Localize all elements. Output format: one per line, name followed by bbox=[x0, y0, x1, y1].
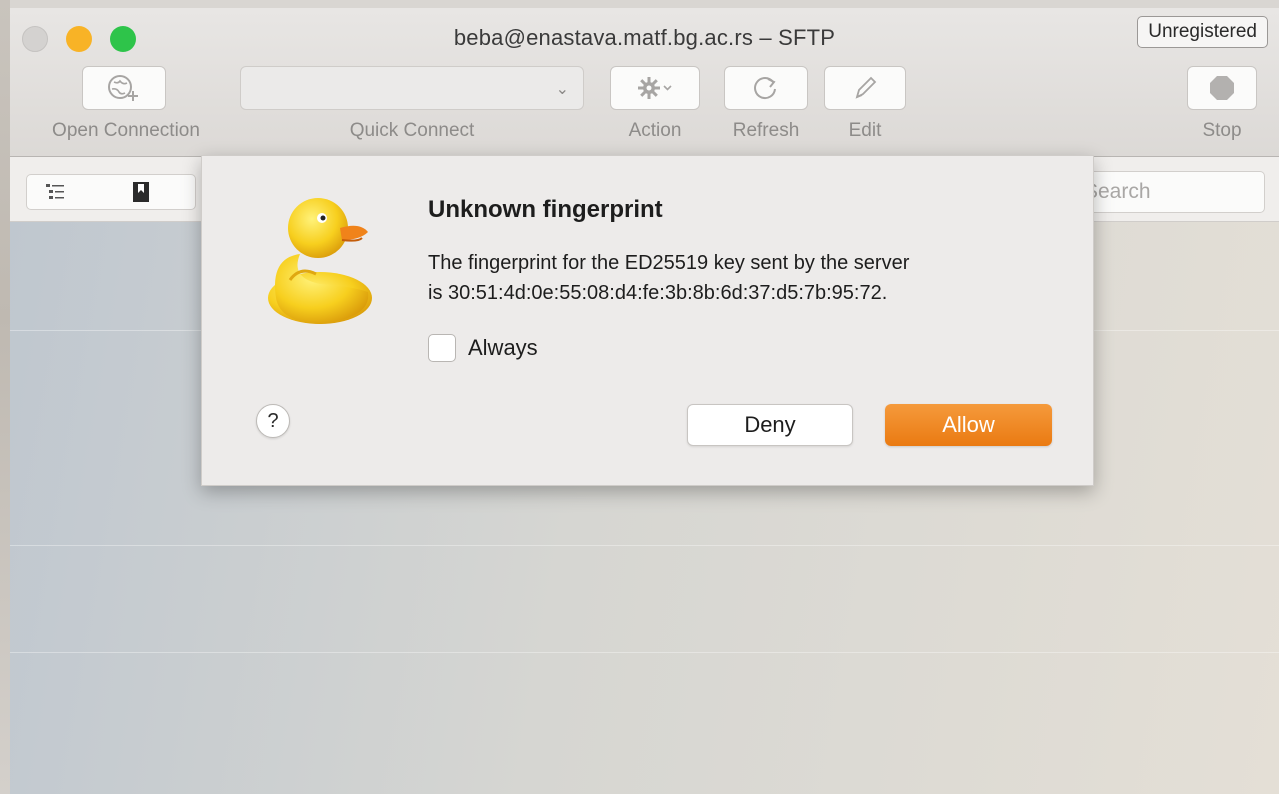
bookmark-icon bbox=[133, 182, 149, 202]
pencil-icon bbox=[855, 76, 877, 99]
action-label: Action bbox=[628, 120, 682, 141]
outline-view-icon bbox=[46, 184, 64, 199]
desktop-edge bbox=[0, 0, 10, 794]
quick-connect-combobox[interactable]: ⌄ bbox=[240, 66, 584, 110]
always-checkbox[interactable] bbox=[428, 334, 456, 362]
chevron-down-icon[interactable]: ⌄ bbox=[556, 79, 569, 99]
always-checkbox-row[interactable]: Always bbox=[428, 334, 538, 362]
edit-label: Edit bbox=[848, 120, 882, 141]
row-divider bbox=[10, 652, 1279, 653]
deny-button[interactable]: Deny bbox=[687, 404, 853, 446]
unregistered-badge[interactable]: Unregistered bbox=[1137, 16, 1268, 48]
refresh-button[interactable] bbox=[724, 66, 808, 110]
dialog-message-line2: is 30:51:4d:0e:55:08:d4:fe:3b:8b:6d:37:d… bbox=[428, 282, 888, 304]
refresh-icon bbox=[754, 77, 776, 100]
open-connection-label: Open Connection bbox=[52, 120, 200, 141]
gear-icon bbox=[638, 77, 672, 99]
row-divider bbox=[10, 545, 1279, 546]
edit-button[interactable] bbox=[824, 66, 906, 110]
search-field[interactable]: Search bbox=[1073, 171, 1265, 213]
stop-label: Stop bbox=[1202, 120, 1242, 141]
action-button[interactable] bbox=[610, 66, 700, 110]
globe-plus-icon bbox=[108, 75, 138, 101]
fingerprint-dialog: Unknown fingerprint The fingerprint for … bbox=[201, 155, 1094, 486]
dialog-message-line1: The fingerprint for the ED25519 key sent… bbox=[428, 252, 910, 274]
title-bar: beba@enastava.matf.bg.ac.rs – SFTP Unreg… bbox=[10, 8, 1279, 157]
refresh-label: Refresh bbox=[732, 120, 800, 141]
duck-icon bbox=[268, 198, 372, 324]
dialog-title: Unknown fingerprint bbox=[428, 196, 663, 223]
outline-view-button[interactable] bbox=[27, 175, 83, 209]
allow-button[interactable]: Allow bbox=[885, 404, 1052, 446]
open-connection-button[interactable] bbox=[82, 66, 166, 110]
bookmarks-button[interactable] bbox=[113, 175, 169, 209]
dialog-message: The fingerprint for the ED25519 key sent… bbox=[428, 248, 1068, 308]
help-button[interactable]: ? bbox=[256, 404, 290, 438]
always-checkbox-label[interactable]: Always bbox=[468, 335, 538, 361]
stop-icon bbox=[1210, 76, 1234, 100]
view-segmented-control bbox=[26, 174, 196, 210]
quick-connect-label: Quick Connect bbox=[349, 120, 475, 141]
stop-button[interactable] bbox=[1187, 66, 1257, 110]
window-title: beba@enastava.matf.bg.ac.rs – SFTP bbox=[453, 25, 836, 50]
